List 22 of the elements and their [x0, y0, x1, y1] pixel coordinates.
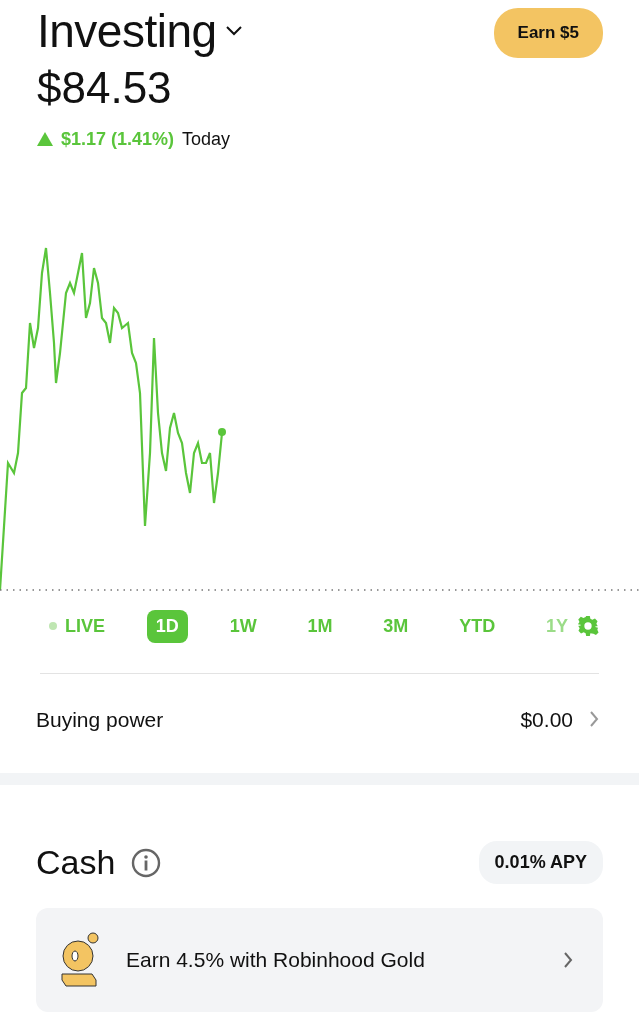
promo-text: Earn 4.5% with Robinhood Gold [126, 947, 426, 974]
portfolio-value: $84.53 [37, 65, 173, 110]
section-title: Cash [36, 842, 116, 883]
change-amount: $1.17 (1.41%) [61, 127, 175, 151]
period-tab[interactable]: 3M [374, 609, 418, 643]
earn-button[interactable]: Earn $5 [493, 8, 603, 58]
chevron-right-icon[interactable] [589, 710, 599, 729]
promo-card[interactable]: Earn 4.5% with Robinhood Gold [36, 908, 603, 1012]
period-tab[interactable]: 1M [298, 609, 342, 643]
period-tab[interactable]: 1D [146, 609, 188, 643]
buying-power-label: Buying power [36, 706, 164, 733]
period-tab[interactable]: LIVE [40, 609, 114, 643]
chevron-down-icon[interactable] [224, 25, 243, 37]
chevron-right-icon [563, 951, 573, 969]
info-icon[interactable] [131, 847, 162, 878]
apy-badge: 0.01% APY [478, 841, 603, 884]
coin-stack-icon [60, 932, 102, 988]
period-tab[interactable]: 1Y [536, 609, 577, 643]
period-tab[interactable]: YTD [450, 609, 505, 643]
period-label: Today [182, 127, 231, 151]
buying-power-value: $0.00 [520, 706, 573, 733]
period-tab[interactable]: 1W [220, 609, 266, 643]
